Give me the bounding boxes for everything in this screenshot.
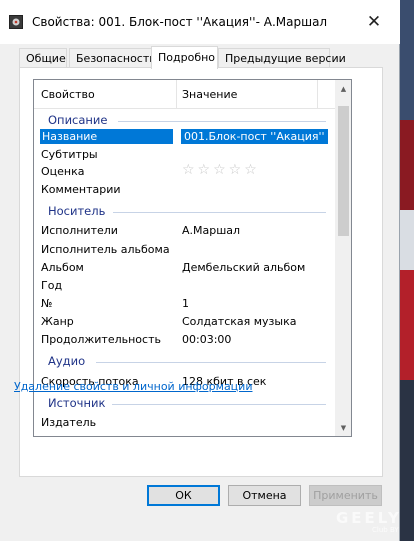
group-media: Носитель [34,203,335,220]
row-artists[interactable]: Исполнители А.Маршал [34,223,335,240]
column-value[interactable]: Значение [182,88,237,101]
property-name: Альбом [41,261,84,274]
property-name: Оценка [41,165,85,178]
row-comments[interactable]: Комментарии [34,182,335,199]
close-button[interactable]: ✕ [352,2,396,42]
group-divider [113,212,326,213]
group-divider [118,121,326,122]
property-name: Продолжительность [41,333,161,346]
cancel-button[interactable]: Отмена [228,485,301,506]
property-name: Жанр [41,315,74,328]
property-name: Субтитры [41,148,98,161]
remove-properties-link[interactable]: Удаление свойств и личной информации [14,380,252,393]
column-header: Свойство Значение [34,80,335,109]
row-rating[interactable]: Оценка ☆☆☆☆☆ [34,162,335,181]
property-value-input[interactable]: 001.Блок-пост ''Акация'' [181,129,328,144]
scroll-down-arrow-icon[interactable]: ▼ [335,419,351,436]
apply-button[interactable]: Применить [309,485,382,506]
property-name: Комментарии [41,183,121,196]
property-name: Исполнители [41,224,118,237]
property-value: Солдатская музыка [182,315,297,328]
group-divider [96,362,326,363]
row-album[interactable]: Альбом Дембельский альбом [34,260,335,277]
tab-security[interactable]: Безопасность [69,48,156,67]
property-value: 1 [182,297,189,310]
close-icon: ✕ [366,12,382,32]
property-value: 00:03:00 [182,333,232,346]
row-title[interactable]: Название 001.Блок-пост ''Акация'' [34,129,335,146]
title-bar: Свойства: 001. Блок-пост ''Акация''- А.М… [0,0,400,44]
group-label: Носитель [48,204,106,218]
group-description: Описание [34,112,335,129]
vertical-scrollbar[interactable]: ▲ ▼ [335,80,351,436]
scrollbar-thumb[interactable] [338,106,349,236]
tab-general[interactable]: Общие [19,48,67,67]
column-divider[interactable] [317,80,318,108]
group-label: Аудио [48,354,86,368]
window-title: Свойства: 001. Блок-пост ''Акация''- А.М… [32,15,328,29]
property-value: Дембельский альбом [182,261,306,274]
column-property[interactable]: Свойство [41,88,95,101]
audio-file-icon [9,15,23,29]
details-panel: Свойство Значение Описание Название 001.… [19,67,383,477]
row-publisher[interactable]: Издатель [34,415,335,432]
column-divider[interactable] [176,80,177,108]
tab-details[interactable]: Подробно [151,46,218,69]
row-length[interactable]: Продолжительность 00:03:00 [34,332,335,349]
group-divider [112,404,326,405]
property-name: Исполнитель альбома [41,243,170,256]
row-album-artist[interactable]: Исполнитель альбома [34,242,335,259]
property-name: № [41,297,53,310]
tab-previous-versions[interactable]: Предыдущие версии [218,48,346,67]
group-source: Источник [34,395,335,412]
rating-stars-icon[interactable]: ☆☆☆☆☆ [182,162,260,178]
properties-dialog: Свойства: 001. Блок-пост ''Акация''- А.М… [0,0,400,541]
property-name: Год [41,279,63,292]
property-name: Название [40,129,173,144]
group-label: Описание [48,113,108,127]
group-label: Источник [48,396,106,410]
row-genre[interactable]: Жанр Солдатская музыка [34,314,335,331]
scroll-up-arrow-icon[interactable]: ▲ [335,80,351,97]
property-value: А.Маршал [182,224,241,237]
row-year[interactable]: Год [34,278,335,295]
row-track-number[interactable]: № 1 [34,296,335,313]
group-audio: Аудио [34,353,335,370]
property-name: Издатель [41,416,97,429]
ok-button[interactable]: ОК [147,485,220,506]
